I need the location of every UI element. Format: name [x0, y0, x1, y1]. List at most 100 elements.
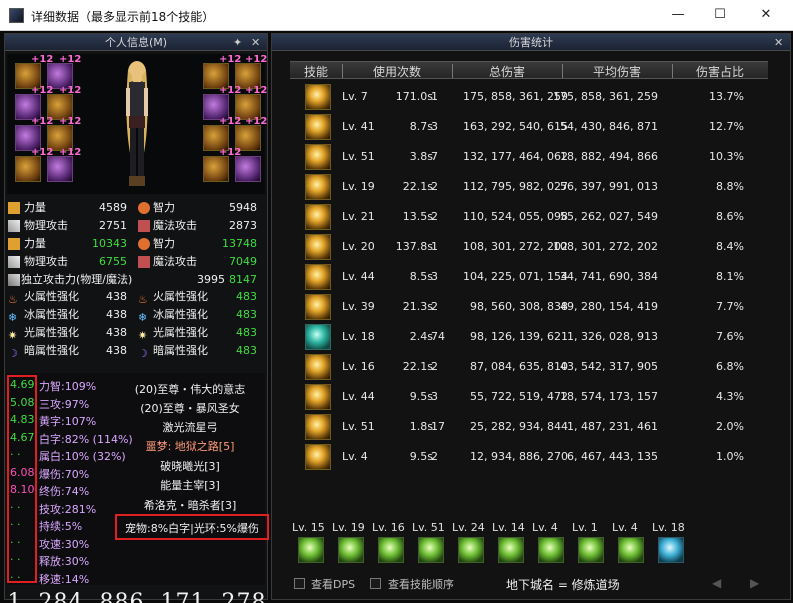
prev-arrow-icon[interactable]: ◀	[712, 576, 721, 590]
cooldown-time: 2.4s	[409, 330, 433, 343]
equip-slot[interactable]	[15, 156, 41, 182]
stat-value: 483	[236, 308, 257, 322]
stat-label: 光属性强化	[24, 326, 79, 340]
close-button[interactable]: ✕	[746, 4, 786, 26]
stat-label: 物理攻击	[24, 218, 68, 232]
window-titlebar: 详细数据（最多显示前18个技能） — ☐ ✕	[0, 0, 793, 31]
table-row[interactable]: Lv. 44 9.5s 3 55, 722, 519, 472 18, 574, 173…	[290, 382, 768, 411]
ice-icon: ❄	[138, 311, 148, 325]
table-row[interactable]: Lv. 20 137.8s 1 108, 301, 272, 202 108, 301,…	[290, 232, 768, 261]
col-skill[interactable]: 技能	[290, 63, 342, 80]
buff-number: · ·	[10, 553, 21, 566]
cooldown-time: 21.3s	[402, 300, 433, 313]
skill-icon[interactable]	[338, 537, 364, 563]
skill-icon[interactable]	[618, 537, 644, 563]
show-order-checkbox[interactable]	[370, 578, 381, 589]
damage-pct: 10.3%	[709, 150, 744, 163]
table-row[interactable]: Lv. 44 8.5s 3 104, 225, 071, 154 34, 741, 69…	[290, 262, 768, 291]
skill-icon	[305, 144, 331, 170]
table-row[interactable]: Lv. 51 3.8s 7 132, 177, 464, 062 18, 882, 49…	[290, 142, 768, 171]
damage-pct: 6.8%	[716, 360, 744, 373]
table-row[interactable]: Lv. 18 2.4s 74 98, 126, 139, 621 1, 326, 028…	[290, 322, 768, 351]
maximize-button[interactable]: ☐	[700, 4, 740, 26]
damage-pct: 7.6%	[716, 330, 744, 343]
set-item-line: 能量主宰[3]	[160, 479, 220, 492]
close-icon[interactable]: ✕	[251, 34, 260, 51]
show-dps-label[interactable]: 查看DPS	[311, 576, 355, 592]
buff-number: 8.10	[10, 483, 35, 496]
skill-icon[interactable]	[458, 537, 484, 563]
personal-info-title: 个人信息(M)	[104, 36, 168, 49]
table-row[interactable]: Lv. 19 22.1s 2 112, 795, 982, 027 56, 397, 9…	[290, 172, 768, 201]
skill-icon[interactable]	[418, 537, 444, 563]
table-row[interactable]: Lv. 7 171.0s 1 175, 858, 361, 259 175, 858, …	[290, 82, 768, 111]
skill-icon[interactable]	[658, 537, 684, 563]
stat-value: 2751	[99, 218, 127, 232]
skill-icon[interactable]	[578, 537, 604, 563]
next-arrow-icon[interactable]: ▶	[750, 576, 759, 590]
cooldown-time: 137.8s	[395, 240, 433, 253]
pin-icon[interactable]: ✦	[233, 34, 242, 51]
element-row: ♨ 火属性强化 438 ♨ 火属性强化 483	[7, 288, 265, 306]
skill-icon[interactable]	[538, 537, 564, 563]
buff-number: · ·	[10, 535, 21, 549]
element-row: ☽ 暗属性强化 438 ☽ 暗属性强化 483	[7, 342, 265, 360]
total-damage: 1, 284, 886, 171, 278	[7, 590, 267, 603]
skill-level: Lv. 1	[572, 521, 598, 534]
skill-icon[interactable]	[378, 537, 404, 563]
skill-level: Lv. 19	[332, 521, 365, 534]
use-count: 3	[431, 120, 438, 133]
cooldown-time: 13.5s	[402, 210, 433, 223]
damage-pct: 1.0%	[716, 450, 744, 463]
skill-icon	[305, 354, 331, 380]
col-avg-damage[interactable]: 平均伤害	[562, 63, 672, 80]
cooldown-time: 1.8s	[409, 420, 433, 433]
skill-level: Lv. 16	[342, 360, 375, 373]
set-item-line: 噩梦: 地狱之路[5]	[145, 440, 235, 453]
stats-table: 力量 4589 智力 5948 物理攻击 2751 魔法攻击 2873 力量 1…	[7, 199, 265, 360]
minimize-button[interactable]: —	[658, 4, 698, 26]
table-row[interactable]: Lv. 41 8.7s 3 163, 292, 540, 615 54, 430, 84…	[290, 112, 768, 141]
show-dps-checkbox[interactable]	[294, 578, 305, 589]
skill-icon	[305, 384, 331, 410]
buff-number: · ·	[10, 518, 21, 531]
skill-level: Lv. 4	[532, 521, 558, 534]
stat-value: 8147	[229, 272, 257, 286]
fire-icon: ♨	[8, 293, 18, 307]
ice-icon: ❄	[8, 311, 18, 325]
skill-icon	[305, 204, 331, 230]
table-row[interactable]: Lv. 4 9.5s 2 12, 934, 886, 270 6, 467, 443, …	[290, 442, 768, 471]
table-row[interactable]: Lv. 39 21.3s 2 98, 560, 308, 838 49, 280, 15…	[290, 292, 768, 321]
stat-value: 13748	[222, 236, 257, 250]
table-row[interactable]: Lv. 51 1.8s 17 25, 282, 934, 844 1, 487, 231…	[290, 412, 768, 441]
skill-icon[interactable]	[498, 537, 524, 563]
stat-label: 力量	[24, 201, 46, 214]
stat-label: 光属性强化	[153, 326, 208, 340]
stat-value: 5948	[229, 201, 257, 214]
table-row[interactable]: Lv. 21 13.5s 2 110, 524, 055, 098 55, 262, 0…	[290, 202, 768, 231]
stat-label: 火属性强化	[24, 290, 79, 304]
equip-slot[interactable]	[235, 156, 261, 182]
stat-value: 10343	[92, 236, 127, 250]
skill-icon[interactable]	[298, 537, 324, 563]
strength-icon	[8, 237, 20, 250]
col-uses[interactable]: 使用次数	[342, 63, 452, 80]
close-icon[interactable]: ✕	[774, 34, 783, 51]
skill-level: Lv. 18	[652, 521, 685, 534]
col-total-damage[interactable]: 总伤害	[452, 63, 562, 80]
show-order-label[interactable]: 查看技能顺序	[388, 576, 454, 592]
buff-number: 4.83	[10, 413, 35, 426]
stat-row: 物理攻击 6755 魔法攻击 7049	[7, 253, 265, 271]
stat-label: 独立攻击力(物理/魔法)	[21, 272, 133, 286]
col-damage-pct[interactable]: 伤害占比	[672, 63, 768, 80]
equip-slot[interactable]	[203, 156, 229, 182]
stat-value: 483	[236, 344, 257, 358]
use-count: 2	[431, 300, 438, 313]
table-row[interactable]: Lv. 16 22.1s 2 87, 084, 635, 810 43, 542, 31…	[290, 352, 768, 381]
buff-number: 4.69	[10, 378, 35, 391]
avg-damage: 43, 542, 317, 905	[560, 360, 658, 373]
stat-value: 4589	[99, 201, 127, 214]
use-count: 7	[431, 150, 438, 163]
damage-pct: 12.7%	[709, 120, 744, 133]
equip-slot[interactable]	[47, 156, 73, 182]
